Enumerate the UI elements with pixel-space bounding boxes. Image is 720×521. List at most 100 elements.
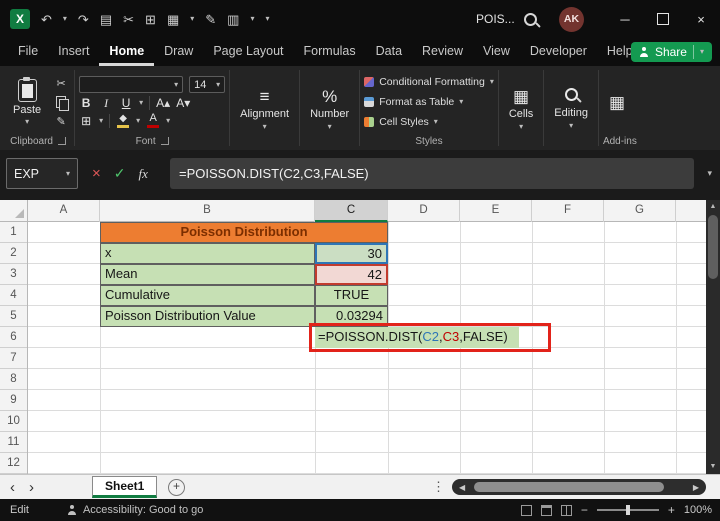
column-header-partial[interactable]	[676, 200, 706, 222]
zoom-in-button[interactable]: +	[668, 504, 675, 516]
menu-tab-view[interactable]: View	[473, 38, 520, 66]
cell-b2-label[interactable]: x	[100, 243, 315, 264]
menu-tab-page-layout[interactable]: Page Layout	[203, 38, 293, 66]
cell-c4-value[interactable]: TRUE	[315, 285, 388, 306]
cells-button[interactable]: ▦ Cells ▾	[503, 70, 539, 148]
scroll-up-icon[interactable]: ▲	[706, 201, 720, 213]
formula-bar-expand-icon[interactable]: ▾	[707, 168, 712, 179]
row-header[interactable]: 9	[0, 390, 27, 411]
row-header[interactable]: 1	[0, 222, 27, 243]
cell-c2-value[interactable]: 30	[315, 243, 388, 264]
column-header-f[interactable]: F	[532, 200, 604, 222]
cell-c5-value[interactable]: 0.03294	[315, 306, 388, 327]
accessibility-status[interactable]: Accessibility: Good to go	[67, 504, 203, 516]
sheet-tab-active[interactable]: Sheet1	[92, 476, 158, 498]
previous-sheet-icon[interactable]: ‹	[10, 479, 15, 496]
cell-c3-value[interactable]: 42	[315, 264, 388, 285]
paste-button[interactable]: Paste ▾	[6, 70, 48, 134]
column-header-d[interactable]: D	[388, 200, 460, 222]
redo-icon[interactable]: ↷	[78, 13, 89, 26]
account-avatar[interactable]: AK	[559, 6, 584, 32]
minimize-button[interactable]: ─	[606, 0, 644, 38]
search-box[interactable]: POIS...	[476, 0, 537, 38]
row-header[interactable]: 8	[0, 369, 27, 390]
column-header-e[interactable]: E	[460, 200, 532, 222]
column-header-g[interactable]: G	[604, 200, 676, 222]
format-as-table-button[interactable]: Format as Table ▾	[364, 94, 494, 111]
more-options-icon[interactable]: ⋮	[432, 479, 445, 495]
editing-button[interactable]: Editing ▾	[548, 70, 594, 148]
vertical-scrollbar-thumb[interactable]	[708, 215, 718, 279]
cell-styles-button[interactable]: Cell Styles ▾	[364, 114, 494, 131]
menu-tab-developer[interactable]: Developer	[520, 38, 597, 66]
cut-icon[interactable]: ✂	[123, 13, 134, 26]
zoom-slider-thumb[interactable]	[625, 505, 630, 515]
normal-view-icon[interactable]	[520, 504, 532, 516]
next-sheet-icon[interactable]: ›	[29, 479, 34, 496]
copy-button[interactable]	[52, 95, 70, 111]
row-header[interactable]: 3	[0, 264, 27, 285]
number-button[interactable]: % Number ▾	[304, 70, 355, 148]
column-header-b[interactable]: B	[100, 200, 315, 222]
addins-button[interactable]: ▦	[603, 70, 631, 134]
table-pen-icon[interactable]: ▦	[167, 13, 179, 26]
row-header[interactable]: 10	[0, 411, 27, 432]
zoom-out-button[interactable]: −	[581, 504, 588, 516]
cell-b1-title[interactable]: Poisson Distribution	[100, 222, 388, 243]
share-button[interactable]: Share ▾	[630, 42, 712, 62]
row-header[interactable]: 11	[0, 432, 27, 453]
scroll-right-icon[interactable]: ▶	[693, 479, 699, 495]
undo-icon[interactable]: ↶	[41, 13, 52, 26]
cut-button[interactable]: ✂	[52, 76, 70, 91]
dropdown-caret-icon[interactable]: ▾	[190, 15, 194, 23]
row-header[interactable]: 6	[0, 327, 27, 348]
fill-color-button[interactable]: ◆	[116, 113, 130, 128]
page-layout-view-icon[interactable]	[540, 504, 552, 516]
excel-logo-icon[interactable]: X	[10, 9, 30, 29]
decrease-font-size-button[interactable]: A▾	[176, 97, 190, 109]
workbook-icon[interactable]: ▤	[100, 13, 112, 26]
enter-button[interactable]: ✓	[114, 165, 126, 182]
dropdown-caret-icon[interactable]: ▾	[250, 15, 254, 23]
qat-customize-caret-icon[interactable]: ▾	[265, 15, 269, 23]
cell-b5-label[interactable]: Poisson Distribution Value	[100, 306, 315, 327]
menu-tab-draw[interactable]: Draw	[154, 38, 203, 66]
format-icon[interactable]: ▥	[227, 13, 239, 26]
dialog-launcher-icon[interactable]	[57, 137, 66, 145]
underline-button[interactable]: U	[119, 97, 133, 109]
cell-b4-label[interactable]: Cumulative	[100, 285, 315, 306]
zoom-level[interactable]: 100%	[684, 504, 712, 516]
font-color-button[interactable]: A	[146, 113, 160, 128]
increase-font-size-button[interactable]: A▴	[156, 97, 170, 109]
scroll-down-icon[interactable]: ▼	[706, 461, 720, 473]
menu-tab-insert[interactable]: Insert	[48, 38, 99, 66]
name-box[interactable]: EXP ▾	[6, 158, 78, 189]
format-painter-button[interactable]: ✎	[52, 114, 70, 129]
draw-icon[interactable]: ✎	[205, 13, 216, 26]
vertical-scrollbar[interactable]: ▲ ▼	[706, 200, 720, 474]
row-header[interactable]: 5	[0, 306, 27, 327]
dropdown-caret-icon[interactable]: ▾	[63, 15, 67, 23]
menu-tab-home[interactable]: Home	[99, 38, 155, 66]
borders-button[interactable]: ⊞	[79, 115, 93, 127]
menu-tab-file[interactable]: File	[8, 38, 48, 66]
conditional-formatting-button[interactable]: Conditional Formatting ▾	[364, 74, 494, 91]
close-button[interactable]: ×	[682, 0, 720, 38]
font-size-select[interactable]: 14 ▾	[189, 76, 226, 93]
formula-input[interactable]: =POISSON.DIST(C2,C3,FALSE)	[170, 158, 694, 189]
menu-tab-review[interactable]: Review	[412, 38, 473, 66]
row-header[interactable]: 2	[0, 243, 27, 264]
zoom-slider[interactable]	[596, 505, 659, 515]
bold-button[interactable]: B	[79, 97, 93, 109]
menu-tab-formulas[interactable]: Formulas	[294, 38, 366, 66]
scroll-left-icon[interactable]: ◀	[459, 479, 465, 495]
row-header[interactable]: 7	[0, 348, 27, 369]
select-all-corner[interactable]	[0, 200, 28, 222]
insert-function-button[interactable]: fx	[139, 166, 148, 182]
maximize-button[interactable]	[644, 0, 682, 38]
horizontal-scrollbar-thumb[interactable]	[474, 482, 664, 492]
row-header[interactable]: 4	[0, 285, 27, 306]
row-header[interactable]: 12	[0, 453, 27, 474]
column-header-a[interactable]: A	[28, 200, 100, 222]
grid-icon[interactable]: ⊞	[145, 13, 156, 26]
